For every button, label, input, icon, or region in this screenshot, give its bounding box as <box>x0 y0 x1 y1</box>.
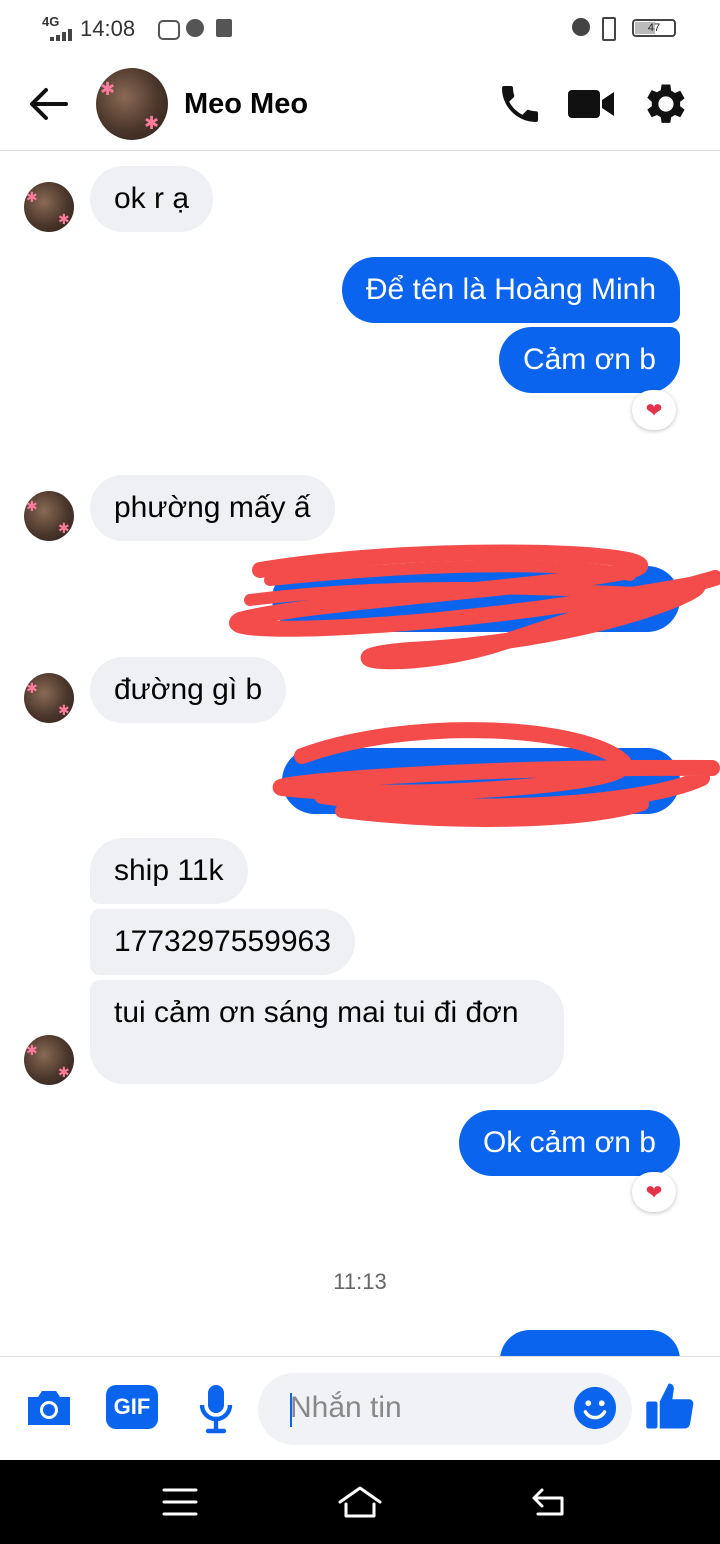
phone-icon[interactable] <box>496 80 544 133</box>
contact-avatar-small[interactable]: ✱ ✱ <box>24 1035 74 1085</box>
alarm-icon <box>572 18 590 36</box>
battery-icon: 47 <box>632 19 676 37</box>
contact-avatar-small[interactable]: ✱ ✱ <box>24 182 74 232</box>
contact-name[interactable]: Meo Meo <box>184 88 308 121</box>
message-input-placeholder: Nhắn tin <box>290 1391 402 1424</box>
incoming-message[interactable]: đường gì b <box>90 657 287 723</box>
camera-icon[interactable] <box>24 1385 74 1434</box>
status-bar: 4G 14:08 47 <box>0 0 720 58</box>
microphone-icon[interactable] <box>196 1381 236 1440</box>
message-composer: GIF Nhắn tin <box>0 1356 720 1461</box>
message-input[interactable]: Nhắn tin <box>258 1373 632 1445</box>
gear-icon[interactable] <box>638 78 690 135</box>
incoming-message[interactable]: ok r ạ <box>90 166 214 232</box>
contact-avatar[interactable]: ✱ ✱ <box>96 68 168 140</box>
incoming-message[interactable]: 1773297559963 <box>90 909 355 975</box>
vibrate-icon <box>602 17 616 41</box>
battery-level: 47 <box>647 22 661 34</box>
zalo-icon <box>158 20 180 40</box>
contact-avatar-small[interactable]: ✱ ✱ <box>24 673 74 723</box>
emoji-icon[interactable] <box>572 1385 618 1436</box>
incoming-message[interactable]: phường mấy ấ <box>90 475 335 541</box>
back-arrow-icon[interactable] <box>26 82 70 131</box>
globe-icon <box>186 19 204 37</box>
incoming-message[interactable]: tui cảm ơn sáng mai tui đi đơn <box>90 980 564 1084</box>
thumbs-up-icon[interactable] <box>644 1379 698 1438</box>
network-label: 4G <box>42 14 60 29</box>
video-camera-icon[interactable] <box>566 80 618 133</box>
redaction-scribble <box>272 722 720 827</box>
back-nav-icon[interactable] <box>528 1484 570 1525</box>
home-icon[interactable] <box>336 1482 384 1527</box>
system-navigation-bar <box>0 1460 720 1544</box>
incoming-message[interactable]: ship 11k <box>90 838 248 904</box>
redaction-scribble <box>229 544 720 670</box>
outgoing-message[interactable]: Để tên là Hoàng Minh <box>341 257 680 323</box>
message-timestamp: 11:13 <box>333 1269 387 1294</box>
shop-icon <box>216 19 232 37</box>
heart-reaction-icon[interactable]: ❤ <box>632 390 676 430</box>
outgoing-message[interactable]: Cảm ơn b <box>498 327 680 393</box>
gif-icon[interactable]: GIF <box>106 1385 158 1429</box>
heart-reaction-icon[interactable]: ❤ <box>632 1172 676 1212</box>
signal-icon <box>44 28 74 46</box>
menu-icon[interactable] <box>160 1486 200 1523</box>
outgoing-message[interactable]: Ok cảm ơn b <box>458 1110 680 1176</box>
status-time: 14:08 <box>80 16 136 41</box>
gif-label: GIF <box>113 1394 151 1419</box>
contact-avatar-small[interactable]: ✱ ✱ <box>24 491 74 541</box>
conversation-header: ✱ ✱ Meo Meo <box>0 58 720 151</box>
